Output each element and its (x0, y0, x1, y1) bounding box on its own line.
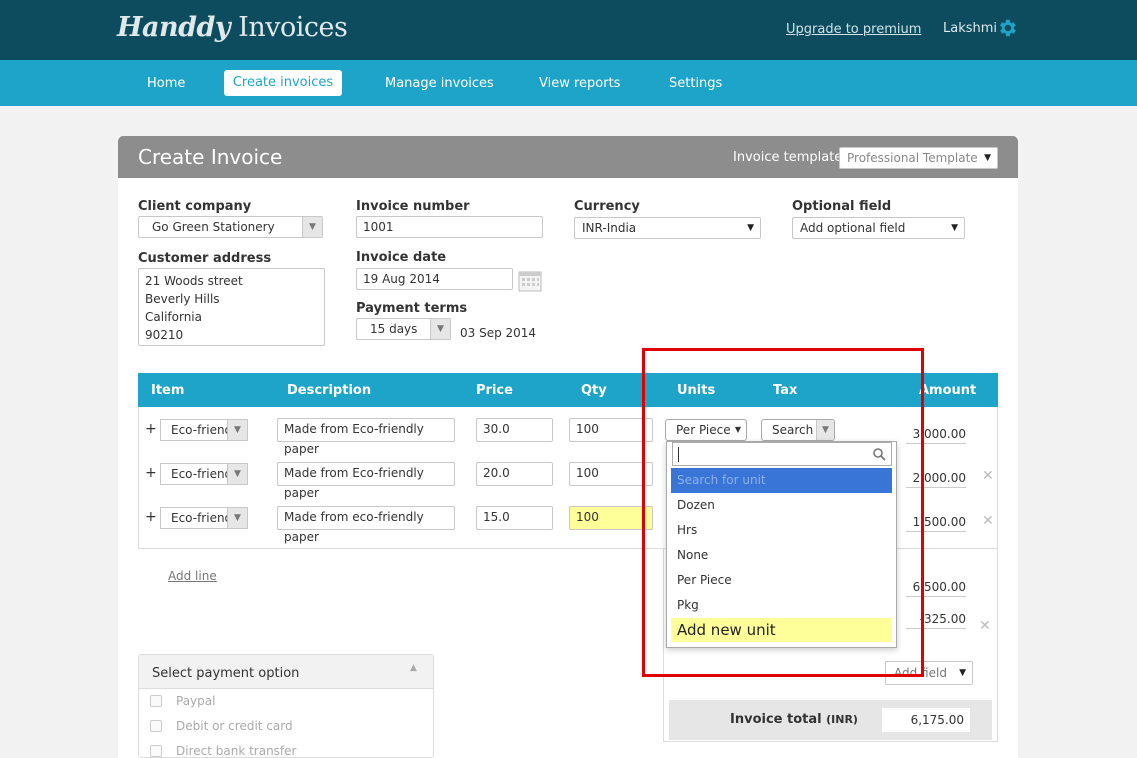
address-line: California (145, 310, 202, 324)
col-qty: Qty (581, 383, 607, 398)
checkbox[interactable] (150, 720, 162, 732)
payment-terms-label: Payment terms (356, 301, 468, 316)
customer-address-textarea[interactable]: 21 Woods street Beverly Hills California… (138, 268, 325, 346)
total-currency: (INR) (826, 713, 858, 726)
delete-row-icon[interactable]: ✕ (982, 468, 994, 484)
nav-view-reports[interactable]: View reports (539, 76, 620, 91)
user-name[interactable]: Lakshmi (943, 21, 997, 36)
expand-row-icon[interactable]: + (145, 509, 157, 525)
payment-option-label: Paypal (176, 694, 216, 708)
template-select[interactable]: Professional Template ▼ (839, 147, 998, 169)
chevron-down-icon: ▼ (227, 464, 247, 484)
due-date: 03 Sep 2014 (460, 326, 537, 340)
upgrade-link[interactable]: Upgrade to premium (786, 22, 921, 37)
expand-row-icon[interactable]: + (145, 465, 157, 481)
logo-text: Invoices (230, 12, 348, 43)
invoice-total-label: Invoice total (INR) (730, 712, 858, 727)
payment-options-title: Select payment option (152, 666, 300, 681)
currency-label: Currency (574, 199, 640, 214)
optional-field-value: Add optional field (800, 221, 906, 235)
nav-home[interactable]: Home (147, 76, 185, 91)
col-item: Item (151, 383, 185, 398)
logo-script: Handdy (117, 12, 231, 43)
payment-option-bank[interactable]: Direct bank transfer (150, 744, 296, 758)
payment-option-label: Direct bank transfer (176, 744, 297, 758)
qty-input[interactable]: 100 (569, 418, 653, 442)
nav-manage-invoices[interactable]: Manage invoices (385, 76, 494, 91)
chevron-down-icon: ▼ (430, 319, 450, 339)
qty-input[interactable]: 100 (569, 462, 653, 486)
chevron-down-icon: ▼ (227, 420, 247, 440)
payment-option-label: Debit or credit card (176, 719, 293, 733)
col-amount: Amount (919, 383, 977, 398)
chevron-down-icon: ▼ (227, 508, 247, 528)
delete-row-icon[interactable]: ✕ (982, 513, 994, 529)
address-line: Beverly Hills (145, 292, 220, 306)
client-company-select[interactable]: Go Green Stationery ▼ (138, 216, 323, 238)
gear-icon[interactable] (996, 17, 1018, 39)
app-logo[interactable]: Handdy Invoices (117, 12, 348, 43)
collapse-icon[interactable]: ▲ (410, 663, 417, 673)
col-description: Description (287, 383, 372, 398)
chevron-down-icon: ▼ (747, 223, 754, 233)
chevron-down-icon: ▼ (951, 223, 958, 233)
invoice-total-value: 6,175.00 (882, 708, 970, 732)
total-label-text: Invoice total (730, 712, 822, 727)
template-label: Invoice template (733, 150, 843, 165)
client-company-label: Client company (138, 199, 252, 214)
nav-create-invoices[interactable]: Create invoices (224, 70, 342, 96)
checkbox[interactable] (150, 745, 162, 757)
invoice-number-label: Invoice number (356, 199, 470, 214)
description-input[interactable]: Made from Eco-friendly paper (277, 462, 455, 500)
payment-terms-select[interactable]: 15 days ▼ (356, 318, 451, 340)
invoice-date-input[interactable]: 19 Aug 2014 (356, 268, 513, 290)
annotation-highlight-box (642, 348, 924, 677)
payment-option-paypal[interactable]: Paypal (150, 694, 215, 708)
payment-terms-value: 15 days (370, 322, 418, 336)
invoice-date-label: Invoice date (356, 250, 447, 265)
item-select[interactable]: Eco-friendly ▼ (160, 507, 248, 529)
item-select[interactable]: Eco-friendly ▼ (160, 463, 248, 485)
chevron-down-icon: ▼ (302, 217, 322, 237)
price-input[interactable]: 15.0 (476, 506, 553, 530)
address-line: 21 Woods street (145, 274, 243, 288)
optional-field-label: Optional field (792, 199, 892, 214)
delete-tax-icon[interactable]: ✕ (979, 618, 991, 634)
nav-settings[interactable]: Settings (669, 76, 722, 91)
item-select[interactable]: Eco-friendly ▼ (160, 419, 248, 441)
price-input[interactable]: 30.0 (476, 418, 553, 442)
template-value: Professional Template (847, 151, 978, 165)
description-input[interactable]: Made from Eco-friendly paper (277, 418, 455, 456)
chevron-down-icon: ▼ (984, 153, 991, 163)
chevron-down-icon: ▼ (959, 668, 966, 678)
col-price: Price (476, 383, 513, 398)
currency-value: INR-India (582, 221, 637, 235)
address-line: 90210 (145, 328, 184, 342)
price-input[interactable]: 20.0 (476, 462, 553, 486)
customer-address-label: Customer address (138, 251, 272, 266)
checkbox[interactable] (150, 695, 162, 707)
add-line-link[interactable]: Add line (168, 569, 217, 583)
page-title: Create Invoice (138, 145, 283, 169)
description-input[interactable]: Made from eco-friendly paper (277, 506, 455, 544)
client-company-value: Go Green Stationery (152, 220, 275, 234)
invoice-number-input[interactable]: 1001 (356, 216, 543, 238)
optional-field-select[interactable]: Add optional field ▼ (792, 217, 965, 239)
currency-select[interactable]: INR-India ▼ (574, 217, 761, 239)
calendar-icon[interactable] (518, 269, 542, 292)
expand-row-icon[interactable]: + (145, 421, 157, 437)
payment-option-card[interactable]: Debit or credit card (150, 719, 293, 733)
qty-input[interactable]: 100 (569, 506, 653, 530)
